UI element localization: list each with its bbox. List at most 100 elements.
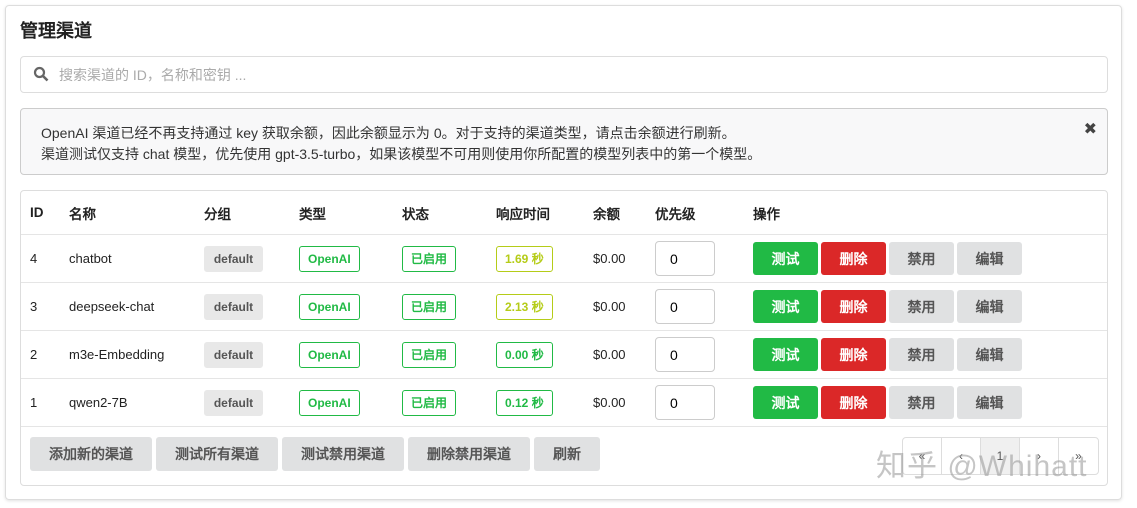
group-badge: default bbox=[204, 341, 263, 368]
cell: 0.00 秒 bbox=[496, 331, 553, 378]
column-header: 优先级 bbox=[655, 206, 696, 222]
balance[interactable]: $0.00 bbox=[593, 347, 626, 362]
response-time-badge[interactable]: 0.00 秒 bbox=[496, 341, 553, 368]
cell: OpenAI bbox=[299, 283, 360, 330]
info-alert: OpenAI 渠道已经不再支持通过 key 获取余额，因此余额显示为 0。对于支… bbox=[20, 108, 1108, 175]
response-time-badge[interactable]: 1.69 秒 bbox=[496, 245, 553, 272]
channel-id: 1 bbox=[30, 395, 38, 410]
balance[interactable]: $0.00 bbox=[593, 251, 626, 266]
cell: 1 bbox=[30, 379, 37, 426]
page-item[interactable]: › bbox=[1020, 438, 1059, 474]
cell: $0.00 bbox=[593, 331, 626, 378]
delete-button[interactable]: 删除 bbox=[821, 386, 886, 419]
status-badge: 已启用 bbox=[402, 389, 457, 416]
cell: OpenAI bbox=[299, 235, 360, 282]
type-badge: OpenAI bbox=[299, 293, 360, 320]
search-input[interactable] bbox=[57, 57, 1057, 92]
actions-cell: 测试 删除 禁用 编辑 bbox=[753, 379, 1025, 426]
disable-button[interactable]: 禁用 bbox=[889, 338, 954, 371]
cell: 已启用 bbox=[402, 331, 457, 378]
column-header: 类型 bbox=[299, 206, 326, 222]
group-badge: default bbox=[204, 245, 263, 272]
balance[interactable]: $0.00 bbox=[593, 299, 626, 314]
cell: 已启用 bbox=[402, 379, 457, 426]
delete-button[interactable]: 删除 bbox=[821, 338, 886, 371]
footer-button[interactable]: 添加新的渠道 bbox=[30, 437, 152, 471]
channel-name: chatbot bbox=[69, 251, 112, 266]
column-header: 状态 bbox=[402, 206, 429, 222]
disable-button[interactable]: 禁用 bbox=[889, 290, 954, 323]
column-header: 名称 bbox=[69, 206, 96, 222]
table-header: ID 名称 分组 类型 状态 响应时间 余额 优先级 操作 bbox=[21, 191, 1107, 235]
page-item[interactable]: « bbox=[903, 438, 942, 474]
priority-input[interactable] bbox=[655, 385, 715, 420]
cell: 已启用 bbox=[402, 235, 457, 282]
footer-button[interactable]: 刷新 bbox=[534, 437, 600, 471]
alert-line-2: 渠道测试仅支持 chat 模型，优先使用 gpt-3.5-turbo，如果该模型… bbox=[41, 146, 762, 162]
priority-input[interactable] bbox=[655, 289, 715, 324]
cell: 2.13 秒 bbox=[496, 283, 553, 330]
close-icon[interactable]: ✖ bbox=[1084, 119, 1097, 140]
page-item[interactable]: » bbox=[1059, 438, 1098, 474]
test-button[interactable]: 测试 bbox=[753, 290, 818, 323]
page-item[interactable]: 1 bbox=[981, 438, 1020, 474]
search-icon bbox=[33, 66, 49, 82]
type-badge: OpenAI bbox=[299, 341, 360, 368]
cell: default bbox=[204, 283, 263, 330]
cell: default bbox=[204, 331, 263, 378]
cell: m3e-Embedding bbox=[69, 331, 164, 378]
edit-button[interactable]: 编辑 bbox=[957, 338, 1022, 371]
column-header: ID bbox=[30, 205, 44, 220]
delete-button[interactable]: 删除 bbox=[821, 242, 886, 275]
cell: default bbox=[204, 379, 263, 426]
status-badge: 已启用 bbox=[402, 293, 457, 320]
footer-actions: 添加新的渠道 测试所有渠道 测试禁用渠道 删除禁用渠道 刷新 bbox=[30, 437, 604, 471]
balance[interactable]: $0.00 bbox=[593, 395, 626, 410]
edit-button[interactable]: 编辑 bbox=[957, 242, 1022, 275]
search-box[interactable] bbox=[20, 56, 1108, 93]
type-badge: OpenAI bbox=[299, 245, 360, 272]
response-time-badge[interactable]: 2.13 秒 bbox=[496, 293, 553, 320]
table-row: 1 qwen2-7B default OpenAI 已启用 0.12 秒 $0.00 测试删除… bbox=[21, 379, 1107, 427]
test-button[interactable]: 测试 bbox=[753, 242, 818, 275]
cell bbox=[655, 379, 715, 426]
cell: default bbox=[204, 235, 263, 282]
column-header: 分组 bbox=[204, 206, 231, 222]
alert-line-1: OpenAI 渠道已经不再支持通过 key 获取余额，因此余额显示为 0。对于支… bbox=[41, 125, 736, 141]
test-button[interactable]: 测试 bbox=[753, 386, 818, 419]
cell: $0.00 bbox=[593, 283, 626, 330]
channel-table: ID 名称 分组 类型 状态 响应时间 余额 优先级 操作 4 chatbot default Open… bbox=[20, 190, 1108, 486]
priority-input[interactable] bbox=[655, 337, 715, 372]
footer-button[interactable]: 删除禁用渠道 bbox=[408, 437, 530, 471]
cell bbox=[655, 283, 715, 330]
cell: 4 bbox=[30, 235, 37, 282]
response-time-badge[interactable]: 0.12 秒 bbox=[496, 389, 553, 416]
column-header: 余额 bbox=[593, 206, 620, 222]
priority-input[interactable] bbox=[655, 241, 715, 276]
status-badge: 已启用 bbox=[402, 245, 457, 272]
footer-button[interactable]: 测试所有渠道 bbox=[156, 437, 278, 471]
type-badge: OpenAI bbox=[299, 389, 360, 416]
edit-button[interactable]: 编辑 bbox=[957, 290, 1022, 323]
actions-cell: 测试 删除 禁用 编辑 bbox=[753, 331, 1025, 378]
actions-cell: 测试 删除 禁用 编辑 bbox=[753, 235, 1025, 282]
test-button[interactable]: 测试 bbox=[753, 338, 818, 371]
cell: OpenAI bbox=[299, 331, 360, 378]
table-row: 4 chatbot default OpenAI 已启用 1.69 秒 $0.00 测试删除禁… bbox=[21, 235, 1107, 283]
cell bbox=[655, 331, 715, 378]
edit-button[interactable]: 编辑 bbox=[957, 386, 1022, 419]
table-row: 2 m3e-Embedding default OpenAI 已启用 0.00 秒 $0.0… bbox=[21, 331, 1107, 379]
disable-button[interactable]: 禁用 bbox=[889, 386, 954, 419]
footer-button[interactable]: 测试禁用渠道 bbox=[282, 437, 404, 471]
table-row: 3 deepseek-chat default OpenAI 已启用 2.13 秒 $0.0… bbox=[21, 283, 1107, 331]
cell: $0.00 bbox=[593, 379, 626, 426]
cell: $0.00 bbox=[593, 235, 626, 282]
cell: 0.12 秒 bbox=[496, 379, 553, 426]
column-header: 响应时间 bbox=[496, 206, 550, 222]
page-item[interactable]: ‹ bbox=[942, 438, 981, 474]
cell: deepseek-chat bbox=[69, 283, 154, 330]
cell bbox=[655, 235, 715, 282]
delete-button[interactable]: 删除 bbox=[821, 290, 886, 323]
disable-button[interactable]: 禁用 bbox=[889, 242, 954, 275]
channel-id: 2 bbox=[30, 347, 38, 362]
